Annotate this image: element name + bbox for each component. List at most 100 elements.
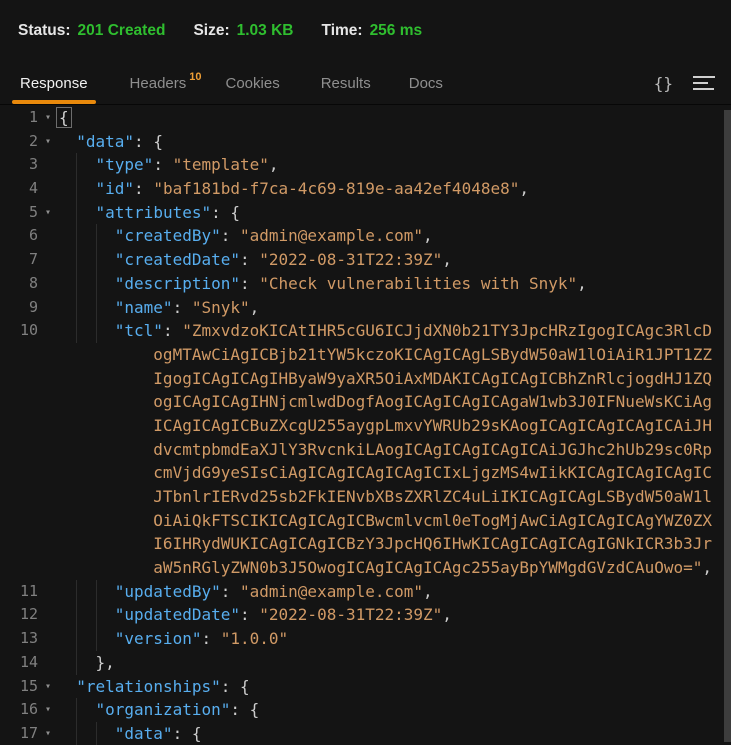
line-number: 16 (0, 698, 38, 722)
tab-results[interactable]: Results (313, 62, 379, 104)
json-punctuation: : (134, 179, 153, 198)
line-number: 9 (0, 296, 38, 320)
json-string: "Check vulnerabilities with Snyk" (259, 274, 577, 293)
json-string: OiAiQkFTSCIKICAgICAgICBwcmlvcml0eTogMjAw… (153, 511, 712, 530)
line-number: 12 (0, 603, 38, 627)
menu-icon[interactable] (693, 76, 715, 90)
indent-guide (76, 201, 77, 225)
json-punctuation: , (423, 582, 433, 601)
tab-docs[interactable]: Docs (401, 62, 451, 104)
code-line-wrap: ogMTAwCiAgICBjb21tYW5kczoKICAgICAgLSBydW… (0, 343, 731, 367)
line-number: 5 (0, 201, 38, 225)
code-line-16: 16▾ "organization": { (0, 698, 731, 722)
json-punctuation: , (702, 558, 712, 577)
fold-arrow-icon[interactable]: ▾ (40, 201, 56, 225)
indent-guide (76, 248, 77, 272)
line-number: 17 (0, 722, 38, 745)
code-text: "version": "1.0.0" (115, 627, 288, 651)
code-line-wrap: cmVjdG9yeSIsCiAgICAgICAgICAgICIxLjgzMS4w… (0, 461, 731, 485)
fold-arrow-icon[interactable]: ▾ (40, 722, 56, 745)
line-number: 10 (0, 319, 38, 343)
fold-arrow-icon[interactable]: ▾ (40, 130, 56, 154)
fold-arrow-icon[interactable]: ▾ (40, 698, 56, 722)
indent-guide (96, 603, 97, 627)
fold-arrow-icon[interactable]: ▾ (40, 675, 56, 699)
indent-guide (76, 272, 77, 296)
tab-response[interactable]: Response (12, 62, 96, 104)
vertical-scrollbar[interactable] (724, 110, 731, 742)
format-json-icon[interactable]: {} (654, 74, 673, 93)
json-punctuation: : (240, 274, 259, 293)
json-punctuation: : (173, 298, 192, 317)
code-line-8: 8 "description": "Check vulnerabilities w… (0, 272, 731, 296)
indent-guide (76, 580, 77, 604)
code-text: ICAgICAgICBuZXcgU255aygpLmxvYWRUb29sKAog… (153, 414, 712, 438)
line-number: 15 (0, 675, 38, 699)
json-punctuation: , (519, 179, 529, 198)
json-key: "relationships" (76, 677, 221, 696)
indent-guide (96, 627, 97, 651)
response-tab-bar: Response Headers10 Cookies Results Docs … (0, 62, 731, 105)
json-key: "organization" (96, 700, 231, 719)
time-group: Time: 256 ms (322, 22, 423, 40)
indent-guide (76, 177, 77, 201)
code-line-wrap: aW5nRGlyZWN0b3J5OwogICAgICAgICAgc255ayBp… (0, 556, 731, 580)
json-string: "2022-08-31T22:39Z" (259, 250, 442, 269)
tab-headers-label: Headers (130, 75, 187, 92)
json-string: "Snyk" (192, 298, 250, 317)
indent-guide (76, 627, 77, 651)
indent-guide (96, 224, 97, 248)
json-punctuation: , (269, 155, 279, 174)
indent-guide (76, 722, 77, 745)
response-status-bar: Status: 201 Created Size: 1.03 KB Time: … (0, 0, 731, 62)
json-string: ICAgICAgICBuZXcgU255aygpLmxvYWRUb29sKAog… (153, 416, 712, 435)
tab-results-label: Results (321, 75, 371, 92)
json-punctuation: : (240, 605, 259, 624)
json-key: "type" (96, 155, 154, 174)
json-string: IgogICAgICAgIHByaW9yaXR5OiAxMDAKICAgICAg… (153, 369, 712, 388)
code-text: "data": { (76, 130, 163, 154)
json-key: "description" (115, 274, 240, 293)
fold-arrow-icon[interactable]: ▾ (40, 106, 56, 130)
code-text: "attributes": { (96, 201, 241, 225)
code-line-wrap: OiAiQkFTSCIKICAgICAgICBwcmlvcml0eTogMjAw… (0, 509, 731, 533)
code-line-12: 12"updatedDate": "2022-08-31T22:39Z", (0, 603, 731, 627)
code-text: aW5nRGlyZWN0b3J5OwogICAgICAgICAgc255ayBp… (153, 556, 712, 580)
code-line-3: 3"type": "template", (0, 153, 731, 177)
code-line-10: 10 "tcl": "ZmxvdzoKICAtIHR5cGU6ICJjdXN0b2… (0, 319, 731, 343)
json-punctuation: : (163, 321, 182, 340)
code-text: "relationships": { (76, 675, 249, 699)
json-punctuation: : { (173, 724, 202, 743)
indent-guide (76, 698, 77, 722)
time-value: 256 ms (370, 22, 423, 40)
json-string: ogICAgICAgIHNjcmlwdDogfAogICAgICAgICAgaW… (153, 392, 712, 411)
code-text: "name": "Snyk", (115, 296, 260, 320)
line-number: 7 (0, 248, 38, 272)
size-value: 1.03 KB (237, 22, 294, 40)
tab-bar-actions: {} (654, 62, 731, 104)
json-punctuation: : { (134, 132, 163, 151)
indent-guide (76, 224, 77, 248)
code-text: "tcl": "ZmxvdzoKICAtIHR5cGU6ICJjdXN0b21T… (115, 319, 712, 343)
json-punctuation: , (250, 298, 260, 317)
code-text: "description": "Check vulnerabilities wi… (115, 272, 587, 296)
line-number: 13 (0, 627, 38, 651)
json-string: "admin@example.com" (240, 582, 423, 601)
json-key: "updatedBy" (115, 582, 221, 601)
tab-cookies[interactable]: Cookies (218, 62, 288, 104)
json-punctuation: : (221, 582, 240, 601)
json-punctuation: : { (230, 700, 259, 719)
code-line-15: 15▾ "relationships": { (0, 675, 731, 699)
indent-guide (96, 319, 97, 343)
code-line-17: 17▾"data": { (0, 722, 731, 745)
code-editor[interactable]: 1▾{2▾"data": {3"type": "template",4"id":… (0, 106, 731, 745)
json-punctuation: : (201, 629, 220, 648)
json-punctuation: , (423, 226, 433, 245)
json-punctuation: , (442, 605, 452, 624)
tab-headers[interactable]: Headers10 (122, 62, 210, 104)
json-string: "2022-08-31T22:39Z" (259, 605, 442, 624)
json-punctuation: , (577, 274, 587, 293)
line-number: 8 (0, 272, 38, 296)
json-string: JTbnlrIERvd25sb2FkIENvbXBsZXRlZC4uLiIKIC… (153, 487, 712, 506)
code-line-wrap: JTbnlrIERvd25sb2FkIENvbXBsZXRlZC4uLiIKIC… (0, 485, 731, 509)
